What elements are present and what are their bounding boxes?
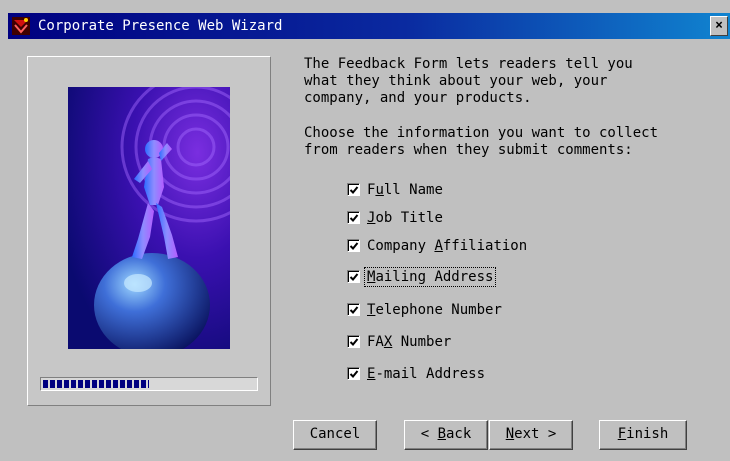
back-label-post: ack xyxy=(446,426,472,442)
checkbox[interactable] xyxy=(347,270,360,283)
field-label: Telephone Number xyxy=(365,301,504,319)
collect-instruction: Choose the information you want to colle… xyxy=(304,125,659,158)
cancel-label: Cancel xyxy=(309,426,361,442)
cancel-button[interactable]: Cancel xyxy=(293,420,377,450)
progress-fill xyxy=(43,380,149,388)
checkmark-icon xyxy=(349,214,359,222)
finish-label-post: inish xyxy=(626,426,669,442)
wizard-window: Corporate Presence Web Wizard × The Feed… xyxy=(0,0,730,461)
back-label-pre: < xyxy=(420,426,438,442)
back-label-key: B xyxy=(437,426,446,442)
checkmark-icon xyxy=(349,186,359,194)
checkbox[interactable] xyxy=(347,239,360,252)
finish-label-key: F xyxy=(617,426,627,442)
field-label: FAX Number xyxy=(365,333,453,351)
field-label-post: elephone Number xyxy=(375,302,502,318)
field-label-pre: FA xyxy=(367,334,384,350)
checkbox[interactable] xyxy=(347,335,360,348)
field-label-post: ll Name xyxy=(383,182,443,198)
field-label-pre: Company xyxy=(367,238,435,254)
figure-on-globe-illustration xyxy=(68,87,230,349)
checkbox[interactable] xyxy=(347,211,360,224)
wizard-image-panel xyxy=(27,56,271,406)
title-bar[interactable]: Corporate Presence Web Wizard × xyxy=(8,13,730,39)
next-button[interactable]: Next > xyxy=(489,420,573,450)
field-label: Full Name xyxy=(365,181,445,199)
back-button[interactable]: < Back xyxy=(404,420,488,450)
field-label: Company Affiliation xyxy=(365,237,529,255)
close-icon: × xyxy=(715,18,723,33)
checkbox[interactable] xyxy=(347,303,360,316)
field-label-post: Number xyxy=(392,334,452,350)
finish-button[interactable]: Finish xyxy=(599,420,687,450)
checkmark-icon xyxy=(349,242,359,250)
window-title: Corporate Presence Web Wizard xyxy=(38,18,283,34)
field-label-key: A xyxy=(434,238,443,254)
progress-bar xyxy=(40,377,258,391)
checkmark-icon xyxy=(349,306,359,314)
close-button[interactable]: × xyxy=(710,16,728,36)
field-label-post: ffiliation xyxy=(442,238,528,254)
field-label-key: u xyxy=(375,182,384,198)
field-label: Mailing Address xyxy=(363,267,497,287)
field-label-post: -mail Address xyxy=(375,366,486,382)
field-label-post: ob Title xyxy=(375,210,443,226)
next-label-key: N xyxy=(505,426,515,442)
field-label: E-mail Address xyxy=(365,365,487,383)
checkmark-icon xyxy=(349,273,359,281)
app-icon xyxy=(12,17,30,35)
checkmark-icon xyxy=(349,338,359,346)
checkmark-icon xyxy=(349,370,359,378)
field-label-post: ailing Address xyxy=(375,269,494,285)
checkbox[interactable] xyxy=(347,367,360,380)
field-label: Job Title xyxy=(365,209,445,227)
next-label-post: ext > xyxy=(514,426,557,442)
feedback-description: The Feedback Form lets readers tell you … xyxy=(304,56,633,106)
checkbox[interactable] xyxy=(347,183,360,196)
